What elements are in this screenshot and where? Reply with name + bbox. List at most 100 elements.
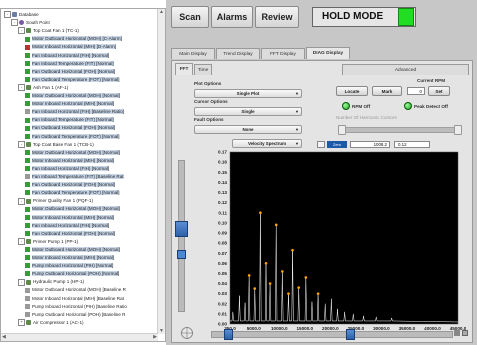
set-rpm-button[interactable]: Set <box>428 86 450 96</box>
tree-node[interactable]: - Top Coat Fan 1 (TC-1) <box>18 27 79 35</box>
tree-leaf[interactable]: Fan Outboard Temperature (FOT) [Normal] <box>25 189 120 197</box>
tree-leaf[interactable]: Fan Outboard Temperature (FOT) [Normal] <box>25 133 120 141</box>
tree-node[interactable]: - Database <box>4 11 39 19</box>
tree-leaf[interactable]: Motor Outboard Horizontal (MOH) [Normal] <box>25 205 120 213</box>
tree-leaf[interactable]: Motor Inboard Horizontal (MIH) [Normal] <box>25 157 114 165</box>
tree-item-label: Fan Inboard Horizontal (FIH) [Normal] <box>32 165 110 171</box>
scroll-down-icon[interactable]: ▼ <box>159 328 164 334</box>
rpm-off-led[interactable] <box>342 102 350 110</box>
scroll-right-icon[interactable]: ▶ <box>153 334 157 340</box>
tree-leaf[interactable]: Fan Inboard Horizontal (FIH) [Baseline R… <box>25 108 124 116</box>
tree-leaf[interactable]: Motor Outboard Horizontal (MOH) [Normal] <box>25 92 120 100</box>
tree-node[interactable]: - Hydraulic Pump 1 (HP-1) <box>18 278 84 286</box>
tree-leaf[interactable]: Pump Outboard Horizontal (POH) [Normal] <box>25 270 120 278</box>
tree-leaf[interactable]: Fan Inboard Horizontal (FIH) [Normal] <box>25 222 110 230</box>
collapse-icon[interactable]: - <box>18 84 25 92</box>
collapse-icon[interactable]: - <box>18 278 25 286</box>
harmonic-cursors-slider[interactable] <box>338 127 462 133</box>
tree-vertical-scrollbar[interactable]: ▲ ▼ <box>157 9 165 334</box>
tree-leaf[interactable]: Fan Outboard Temperature (FOT) [Normal] <box>25 76 120 84</box>
tree-leaf[interactable]: Motor Outboard Horizontal (MOH) [Normal] <box>25 246 120 254</box>
tree-node[interactable]: + Air Compressor 1 (AC-1) <box>18 319 84 327</box>
tree-leaf[interactable]: Motor Outboard Horizontal (MOH) [Baselin… <box>25 286 126 294</box>
frequency-slider-right-handle[interactable] <box>346 329 355 340</box>
tree-leaf[interactable]: Motor Outboard Horizontal (MOH) [Normal] <box>25 149 120 157</box>
tree-leaf[interactable]: Motor Inboard Horizontal (MIH) [Normal] <box>25 100 114 108</box>
tree-item-label: Motor Outboard Horizontal (MOH) [Normal] <box>32 246 120 252</box>
tree-item-label: Top Coat Fan 1 (TC-1) <box>33 28 79 34</box>
tree-leaf[interactable]: Fan Inboard Temperature (FIT) [Normal] <box>25 116 114 124</box>
tree-leaf[interactable]: Fan Inboard Temperature (FIT) [Baseline … <box>25 173 124 181</box>
expand-icon[interactable]: + <box>18 319 25 327</box>
tree-leaf[interactable]: Pump Inboard Horizontal (PIH) [Baseline … <box>25 303 127 311</box>
scroll-left-icon[interactable]: ◀ <box>2 334 6 340</box>
tree-horizontal-scrollbar[interactable]: ◀ ▶ <box>1 333 158 341</box>
tree-view[interactable]: - Database - South Point - Top Coat Fan 1 (TC… <box>0 8 166 342</box>
locate-button[interactable]: Locate <box>336 86 368 96</box>
amplitude-slider-handle[interactable] <box>175 221 188 237</box>
tree-item-label: Motor Inboard Horizontal (MIH) [Baseline… <box>32 295 124 301</box>
peak-detect-led[interactable] <box>404 102 412 110</box>
tab-advanced[interactable]: Advanced <box>342 64 469 75</box>
tab-time[interactable]: Time <box>194 64 212 75</box>
tree-leaf[interactable]: Fan Inboard Horizontal (FIH) [Normal] <box>25 165 110 173</box>
tree-leaf[interactable]: Pump Outboard Horizontal (POH) [Baseline… <box>25 311 125 319</box>
tree-leaf[interactable]: Pump Inboard Horizontal (PIH) [Normal] <box>25 262 114 270</box>
tree-leaf[interactable]: Fan Inboard Temperature (FIT) [Normal] <box>25 60 114 68</box>
tree-node[interactable]: - South Point <box>11 19 50 27</box>
tree-leaf[interactable]: Fan Outboard Horizontal (FOH) [Normal] <box>25 230 115 238</box>
tree-leaf[interactable]: Fan Outboard Horizontal (FOH) [Normal] <box>25 181 115 189</box>
rpm-value-field[interactable]: 0 <box>407 87 425 95</box>
crosshair-pan-icon[interactable] <box>180 326 194 340</box>
zoom-tool-icon[interactable] <box>454 330 460 336</box>
tab-fft[interactable]: FFT <box>175 63 193 75</box>
harmonic-slider-handle-left[interactable] <box>338 125 346 135</box>
collapse-icon[interactable]: - <box>18 27 25 35</box>
scroll-up-icon[interactable]: ▲ <box>159 9 164 15</box>
scan-button[interactable]: Scan <box>171 6 209 28</box>
tree-leaf[interactable]: Motor Inboard Horizontal (MIH) [Normal] <box>25 214 114 222</box>
cursor-options-label: Cursor Options <box>194 99 228 104</box>
cursor-name[interactable]: Zero <box>327 141 347 148</box>
tree-node[interactable]: - Ash Fan 1 (AF-1) <box>18 84 68 92</box>
measurement-point-icon <box>25 311 30 317</box>
grid-tool-icon[interactable] <box>462 330 468 336</box>
review-button[interactable]: Review <box>255 6 299 28</box>
tree-leaf[interactable]: Motor Inboard Horizontal (MIH) [Baseline… <box>25 295 124 303</box>
collapse-icon[interactable]: - <box>18 238 25 246</box>
harmonic-slider-handle-right[interactable] <box>454 125 462 135</box>
machine-icon <box>26 320 31 326</box>
collapse-icon[interactable]: - <box>18 140 25 148</box>
tree-leaf[interactable]: Motor Inboard Horizontal (MIH) [D-Alarm] <box>25 43 116 51</box>
mark-button[interactable]: Mark <box>372 86 402 96</box>
collapse-icon[interactable]: - <box>4 11 11 19</box>
tree-node[interactable]: - Top Coat Base Fan 1 (TCB-1) <box>18 140 94 149</box>
frequency-slider-track[interactable] <box>211 331 453 338</box>
plot-options-dropdown[interactable]: Single Plot ▼ <box>194 89 302 98</box>
velocity-spectrum-chart[interactable]: 0.17 0.16 0.15 0.14 0.13 0.12 0.11 0.10 0.09 0.08… <box>206 150 466 338</box>
spectrum-type-dropdown[interactable]: Velocity Spectrum ▼ <box>232 139 302 148</box>
tab-trend-display[interactable]: Trend Display <box>216 48 260 59</box>
tree-node[interactable]: - Primer Quality Fan 1 (PQF-1) <box>18 197 93 205</box>
tab-main-display[interactable]: Main Display <box>171 48 215 59</box>
frequency-slider-left-handle[interactable] <box>224 329 233 340</box>
slider-marker[interactable] <box>177 250 186 259</box>
tree-leaf[interactable]: Fan Outboard Horizontal (FOH) [Normal] <box>25 68 115 76</box>
tab-diag-display[interactable]: DIAG Display <box>306 47 350 59</box>
collapse-icon[interactable]: - <box>11 19 18 27</box>
tree-leaf[interactable]: Fan Outboard Horizontal (FOH) [Normal] <box>25 124 115 132</box>
tree-leaf[interactable]: Motor Inboard Horizontal (MIH) [Normal] <box>25 254 114 262</box>
tree-item-label: Top Coat Base Fan 1 (TCB-1) <box>33 141 94 147</box>
tree-leaf[interactable]: Fan Inboard Horizontal (FIH) [Normal] <box>25 52 110 60</box>
measurement-point-icon <box>25 182 30 188</box>
fault-options-dropdown[interactable]: None ▼ <box>194 125 302 134</box>
tree-leaf[interactable]: Motor Outboard Horizontal (MOH) [C-Alarm… <box>25 35 122 43</box>
alarms-button[interactable]: Alarms <box>211 6 253 28</box>
cursor-options-dropdown[interactable]: Single ▼ <box>194 107 302 116</box>
tree-item-label: Database <box>19 12 39 17</box>
collapse-icon[interactable]: - <box>18 197 25 205</box>
tree-node[interactable]: - Primer Pump 1 (PP-1) <box>18 238 78 246</box>
machine-icon <box>26 279 31 285</box>
tab-fft-display[interactable]: FFT Display <box>261 48 305 59</box>
cursor-spin-icon[interactable] <box>317 141 325 148</box>
